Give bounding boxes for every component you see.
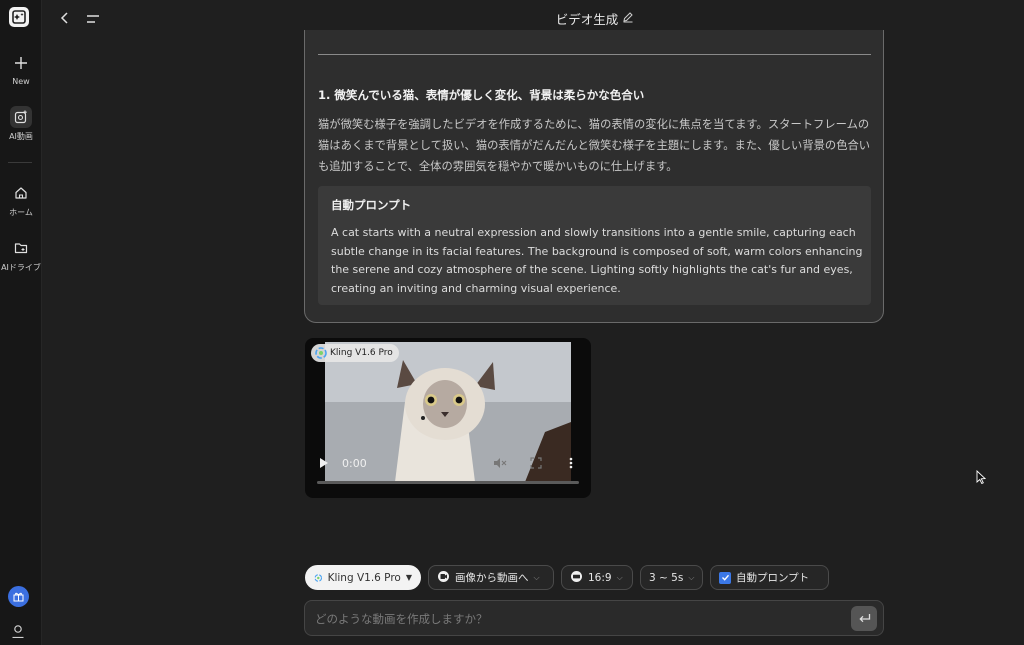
model-select-label: Kling V1.6 Pro [327,571,401,584]
kling-logo-icon [315,347,327,359]
sidebar-item-new[interactable]: New [0,52,42,86]
prompt-input-container [304,600,884,636]
page-title-text: ビデオ生成 [555,12,619,27]
model-badge-label: Kling V1.6 Pro [330,348,393,358]
sidebar-item-label: AI動画 [9,132,33,141]
mode-select-label: 画像から動画へ [455,572,529,584]
gift-icon[interactable] [8,586,29,607]
response-card: 1. 微笑んでいる猫、表情が優しく変化、背景は柔らかな色合い 猫が微笑む様子を強… [304,30,884,323]
mute-icon[interactable] [493,456,507,470]
sidebar: New AI動画 ホーム AIドライブ [0,0,42,645]
ratio-select-label: 16:9 [588,571,612,584]
fullscreen-icon[interactable] [530,456,542,470]
page-title: ビデオ生成 [0,9,1024,28]
auto-prompt-title: 自動プロンプト [331,198,412,212]
sidebar-item-ai-drive[interactable]: AIドライブ [0,237,42,273]
duration-select[interactable]: 3 ~ 5s ⌵ [640,565,703,590]
kling-logo-icon [314,573,323,582]
plus-icon [10,52,32,74]
sidebar-item-label: AIドライブ [1,263,41,272]
app-window: New AI動画 ホーム AIドライブ ビデオ生成 1. 微笑んでいる猫、表情が… [0,0,1024,645]
chevron-down-icon: ⌵ [688,572,695,582]
prompt-input[interactable] [315,609,835,629]
video-time: 0:00 [342,456,367,470]
send-button[interactable] [851,606,877,631]
sidebar-item-label: New [12,77,30,86]
divider [318,54,871,55]
card-body: 猫が微笑む様子を強調したビデオを作成するために、猫の表情の変化に焦点を当てます。… [318,118,871,173]
chevron-down-icon: ⌵ [533,572,540,582]
sidebar-item-home[interactable]: ホーム [0,182,42,218]
mouse-cursor-icon [976,469,987,488]
chevron-down-icon: ⌵ [616,572,623,582]
ai-video-icon [10,106,32,128]
model-badge: Kling V1.6 Pro [311,344,399,362]
auto-prompt-toggle[interactable]: 自動プロンプト [710,565,829,590]
aspect-ratio-icon [570,570,583,586]
sidebar-item-ai-video[interactable]: AI動画 [0,106,42,142]
folder-icon [10,237,32,259]
play-icon[interactable] [319,456,329,470]
auto-prompt-text: A cat starts with a neutral expression a… [331,226,863,295]
mode-select[interactable]: 画像から動画へ ⌵ [428,565,554,590]
auto-prompt-box: 自動プロンプト A cat starts with a neutral expr… [318,186,871,305]
pencil-icon[interactable] [622,11,634,26]
more-options-icon[interactable] [569,456,573,470]
home-icon [10,182,32,204]
duration-select-label: 3 ~ 5s [649,571,684,584]
sidebar-divider [8,162,32,163]
video-player[interactable]: Kling V1.6 Pro 0:00 [305,338,591,498]
enter-icon [858,614,870,623]
user-icon[interactable] [10,623,26,642]
model-select[interactable]: Kling V1.6 Pro ▼ [305,565,421,590]
image-to-video-icon [437,570,450,586]
auto-prompt-label: 自動プロンプト [736,572,810,584]
auto-prompt-checkbox[interactable] [719,571,731,584]
ratio-select[interactable]: 16:9 ⌵ [561,565,633,590]
video-progress-bar[interactable] [317,481,579,484]
card-heading: 1. 微笑んでいる猫、表情が優しく変化、背景は柔らかな色合い [318,88,645,102]
sidebar-item-label: ホーム [9,208,33,217]
caret-down-icon: ▼ [405,573,412,582]
